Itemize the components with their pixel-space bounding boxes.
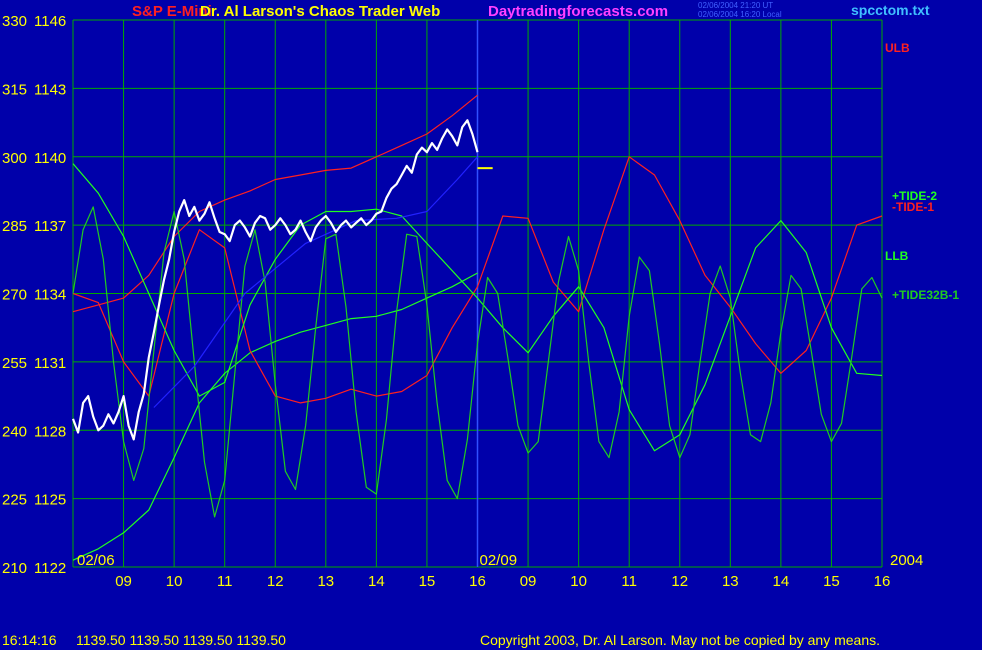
price-tick-label: 1140 — [34, 150, 66, 167]
x-tick-label: 15 — [419, 573, 436, 590]
left-scale-label: 300 — [2, 150, 27, 167]
x-tick-label: 12 — [671, 573, 688, 590]
left-scale-label: 285 — [2, 218, 27, 235]
x-tick-label: 09 — [520, 573, 537, 590]
site-title: Dr. Al Larson's Chaos Trader Web — [200, 3, 440, 20]
year-label: 2004 — [890, 552, 923, 569]
x-tick-label: 15 — [823, 573, 840, 590]
x-tick-label: 12 — [267, 573, 284, 590]
price-tick-label: 1125 — [34, 492, 66, 509]
status-time: 16:14:16 — [2, 632, 57, 648]
left-scale-label: 270 — [2, 287, 27, 304]
copyright: Copyright 2003, Dr. Al Larson. May not b… — [480, 632, 880, 648]
x-tick-label: 16 — [469, 573, 486, 590]
x-tick-label: 09 — [115, 573, 132, 590]
date-label: 02/06 — [77, 552, 115, 569]
legend-label-tide-1: -TIDE-1 — [892, 200, 934, 214]
price-tick-label: 1122 — [34, 560, 66, 577]
price-tick-label: 1134 — [34, 287, 66, 304]
chart-canvas: 330 1146 315 1143 300 1140 285 1137 270 1134 255 11… — [0, 0, 982, 650]
left-scale-label: 330 — [2, 13, 27, 30]
x-tick-label: 11 — [217, 573, 233, 590]
timestamp-local: 02/06/2004 16:20 Local — [698, 10, 782, 19]
x-tick-label: 14 — [368, 573, 385, 590]
site-url[interactable]: Daytradingforecasts.com — [488, 3, 668, 20]
x-tick-label: 13 — [722, 573, 739, 590]
status-prices: 1139.50 1139.50 1139.50 1139.50 — [76, 632, 286, 648]
left-scale-label: 255 — [2, 355, 27, 372]
price-tick-label: 1128 — [34, 423, 66, 440]
price-tick-label: 1146 — [34, 13, 66, 30]
x-tick-label: 16 — [874, 573, 891, 590]
date-label: 02/09 — [480, 552, 518, 569]
x-tick-label: 14 — [773, 573, 790, 590]
x-tick-label: 11 — [621, 573, 637, 590]
left-scale-label: 240 — [2, 423, 27, 440]
price-tick-label: 1131 — [34, 355, 66, 372]
left-scale-label: 315 — [2, 81, 27, 98]
left-scale-label: 210 — [2, 560, 27, 577]
x-tick-label: 10 — [166, 573, 183, 590]
price-tick-label: 1137 — [34, 218, 66, 235]
timestamp-ut: 02/06/2004 21:20 UT — [698, 1, 773, 10]
price-tick-label: 1143 — [34, 81, 66, 98]
file-name: spcctom.txt — [851, 2, 930, 18]
legend-label-llb: LLB — [885, 249, 909, 263]
legend-label-tide32b-1: +TIDE32B-1 — [892, 288, 959, 302]
x-tick-label: 13 — [317, 573, 334, 590]
left-scale-label: 225 — [2, 492, 27, 509]
x-tick-label: 10 — [570, 573, 587, 590]
legend-label-ulb: ULB — [885, 41, 910, 55]
